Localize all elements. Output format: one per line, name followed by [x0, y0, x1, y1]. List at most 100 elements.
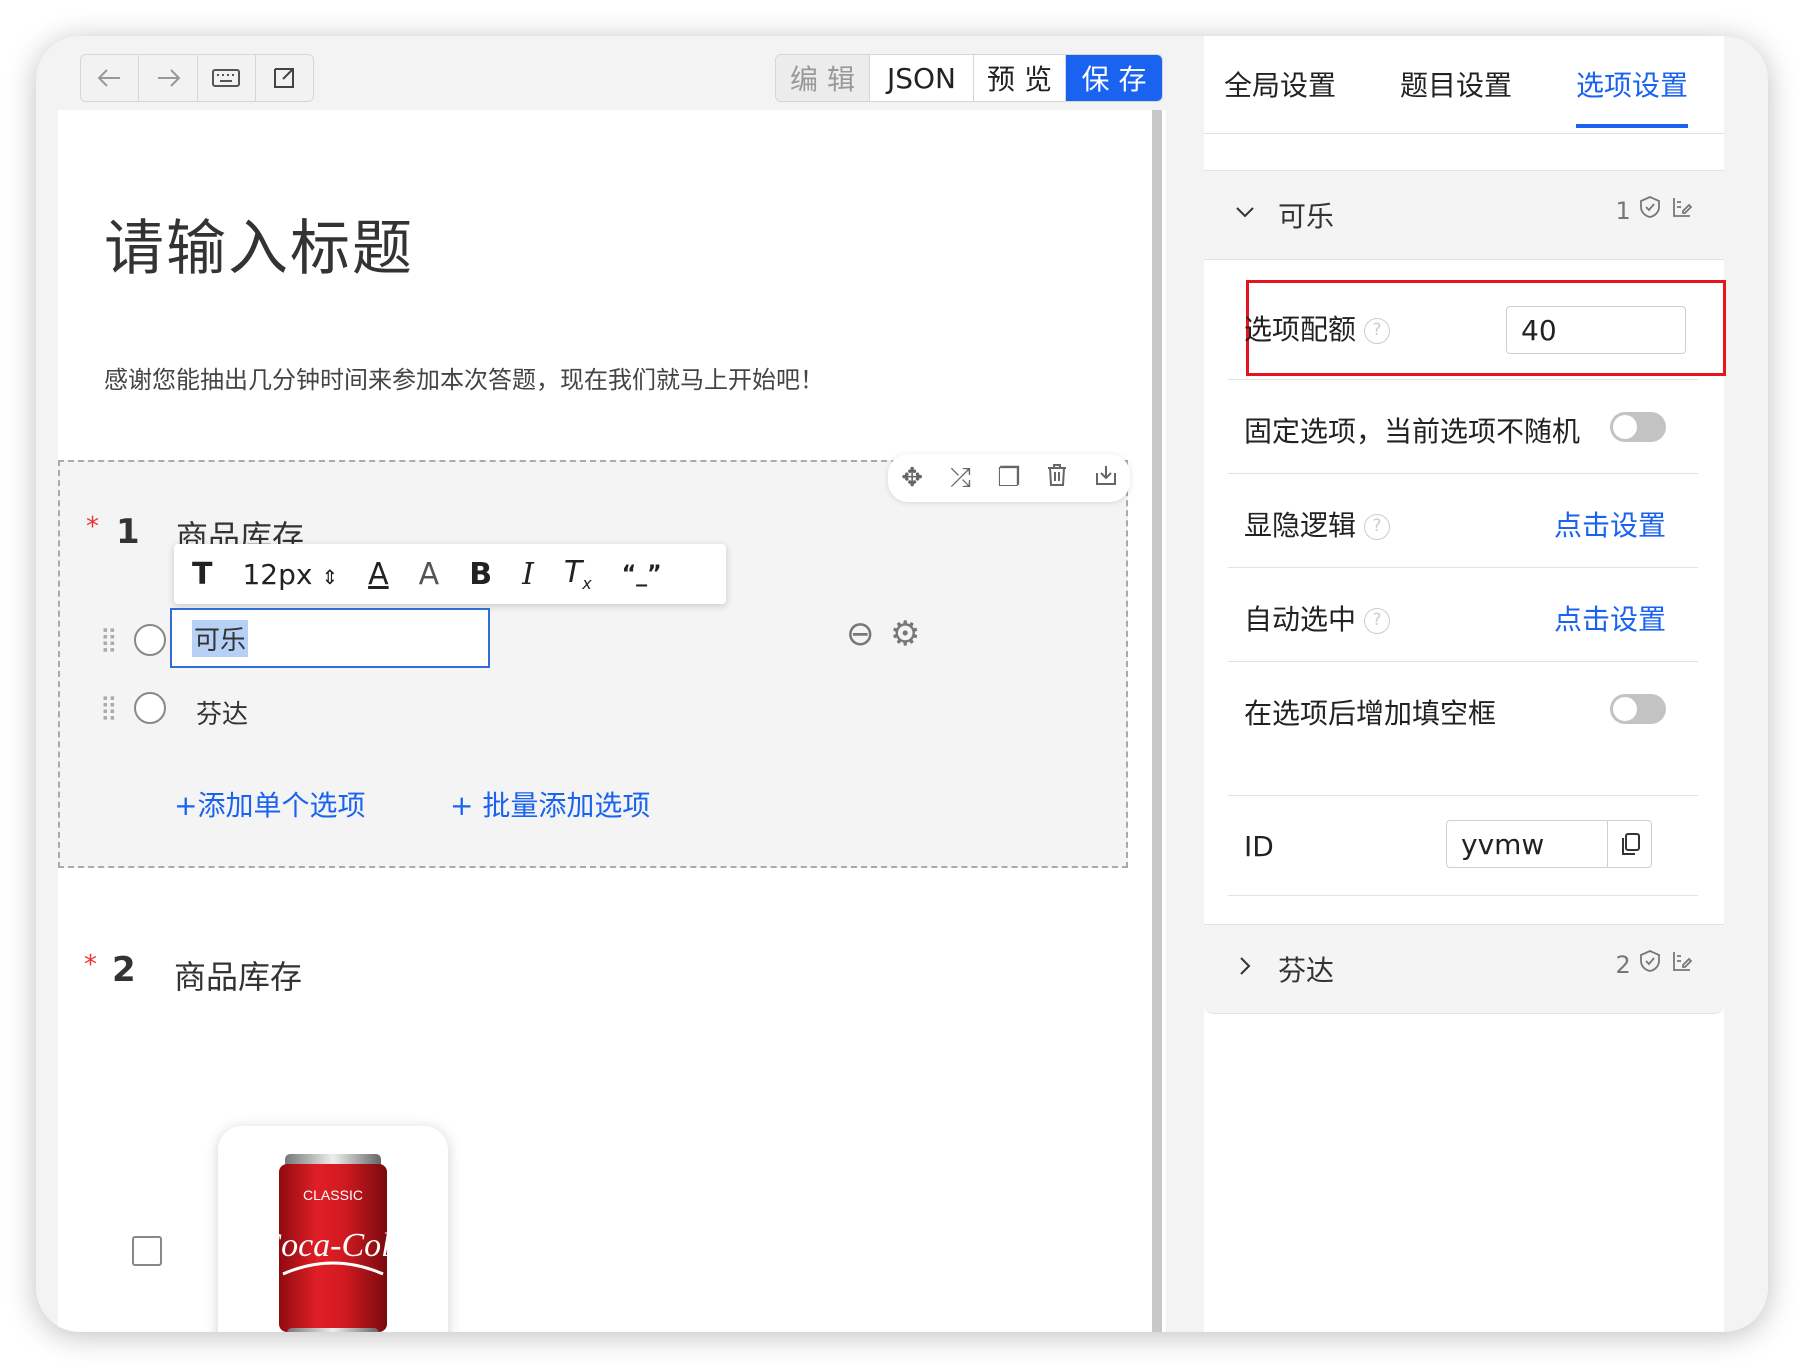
- question-title[interactable]: 商品库存: [176, 512, 304, 544]
- fixed-option-toggle[interactable]: [1610, 412, 1666, 442]
- id-row: ID yvmw: [1228, 796, 1698, 896]
- tab-option-settings[interactable]: 选项设置: [1576, 64, 1688, 104]
- option-settings-gear-icon[interactable]: ⚙: [890, 614, 920, 654]
- copy-icon[interactable]: ❐: [991, 463, 1027, 493]
- option-collapse-header[interactable]: 可乐 1: [1204, 170, 1724, 260]
- fill-blank-toggle[interactable]: [1610, 694, 1666, 724]
- canvas-scrollbar[interactable]: [1152, 110, 1162, 1332]
- option-1-input[interactable]: 可乐: [170, 608, 490, 668]
- blank-insert-icon[interactable]: “_”: [622, 562, 662, 587]
- redo-icon: [157, 69, 181, 87]
- can-logo-text: Coca-Cola: [273, 1227, 393, 1264]
- add-single-option-link[interactable]: +添加单个选项: [174, 784, 365, 824]
- rich-text-toolbar: T 12px ⇕ A A B I Tx “_”: [174, 544, 726, 604]
- visibility-row: 显隐逻辑? 点击设置: [1228, 474, 1698, 568]
- active-tab-indicator: [1576, 124, 1688, 128]
- coke-can-image: CLASSIC Coca-Cola: [273, 1154, 393, 1332]
- option-collapse-header[interactable]: 芬达 2: [1204, 924, 1724, 1014]
- move-icon[interactable]: ✥: [894, 463, 930, 493]
- option-radio: [134, 624, 166, 656]
- option-name: 可乐: [1278, 200, 1335, 233]
- edit-mode-button[interactable]: 编 辑: [776, 55, 870, 101]
- mode-switcher: 编 辑 JSON 预 览 保 存: [775, 54, 1163, 102]
- option-quota-count: 1: [1615, 197, 1631, 225]
- keyboard-button[interactable]: [198, 55, 256, 101]
- autoselect-label: 自动选中?: [1244, 598, 1391, 638]
- option-settings-body: 选项配额? 40 固定选项，当前选项不随机 显隐逻辑? 点击设置 自动选中? 点…: [1204, 260, 1726, 924]
- survey-title[interactable]: 请输入标题: [104, 200, 414, 287]
- highlight-color-icon[interactable]: A: [419, 557, 440, 592]
- drag-handle-icon[interactable]: ⣿: [100, 624, 118, 654]
- question-actions: ✥ ⤮ ❐: [888, 454, 1130, 502]
- tab-global-settings[interactable]: 全局设置: [1224, 64, 1336, 104]
- autoselect-settings-link[interactable]: 点击设置: [1554, 598, 1666, 638]
- batch-add-options-link[interactable]: + 批量添加选项: [450, 784, 650, 824]
- app-window: 编 辑 JSON 预 览 保 存 请输入标题 感谢您能抽出几分钟时间来参加本次答…: [36, 36, 1768, 1332]
- settings-tabs: 全局设置 题目设置 选项设置: [1204, 36, 1724, 134]
- editor-area: 编 辑 JSON 预 览 保 存 请输入标题 感谢您能抽出几分钟时间来参加本次答…: [58, 36, 1166, 1332]
- option-name: 芬达: [1278, 954, 1335, 987]
- font-size-select[interactable]: 12px ⇕: [242, 558, 338, 591]
- edit-list-icon: [1673, 198, 1693, 217]
- question-number: 2: [112, 950, 136, 990]
- option-2-label[interactable]: 芬达: [196, 694, 248, 731]
- edit-list-icon: [1673, 952, 1693, 971]
- undo-button[interactable]: [81, 55, 140, 101]
- option-image-card[interactable]: CLASSIC Coca-Cola: [218, 1126, 448, 1332]
- copy-icon[interactable]: [1607, 821, 1651, 867]
- tab-question-settings[interactable]: 题目设置: [1400, 64, 1512, 104]
- text-style-icon[interactable]: T: [192, 557, 212, 592]
- save-button[interactable]: 保 存: [1066, 55, 1162, 101]
- fill-blank-label: 在选项后增加填空框: [1244, 697, 1497, 730]
- help-icon[interactable]: ?: [1364, 608, 1391, 634]
- remove-option-icon[interactable]: ⊖: [846, 614, 875, 654]
- fixed-option-label: 固定选项，当前选项不随机: [1244, 415, 1581, 448]
- option-meta: 2: [1615, 949, 1694, 979]
- settings-panel: 全局设置 题目设置 选项设置 可乐 1 选项配额? 40 固定选项，当前选项不随…: [1204, 36, 1726, 1332]
- can-label-top: CLASSIC: [303, 1187, 363, 1203]
- font-color-icon[interactable]: A: [368, 557, 389, 592]
- redo-button[interactable]: [139, 55, 198, 101]
- export-icon: [274, 68, 295, 88]
- question-number: 1: [116, 512, 140, 552]
- question-1-card[interactable]: ✥ ⤮ ❐ * 1 商品库存 T 12px ⇕ A A B I Tx “_” ⣿…: [58, 454, 1130, 868]
- delete-icon[interactable]: [1039, 462, 1075, 495]
- italic-icon[interactable]: I: [522, 557, 534, 592]
- quota-label: 选项配额?: [1244, 308, 1391, 348]
- preview-mode-button[interactable]: 预 览: [974, 55, 1066, 101]
- quota-input[interactable]: 40: [1506, 306, 1686, 354]
- chevron-down-icon[interactable]: [1234, 197, 1256, 230]
- shuffle-icon[interactable]: ⤮: [943, 463, 979, 494]
- undo-icon: [97, 69, 120, 87]
- required-mark: *: [84, 950, 97, 980]
- option-checkbox[interactable]: [132, 1236, 162, 1266]
- json-mode-button[interactable]: JSON: [870, 55, 974, 101]
- option-meta: 1: [1615, 195, 1694, 225]
- id-field[interactable]: yvmw: [1446, 820, 1652, 868]
- option-radio: [134, 692, 166, 724]
- help-icon[interactable]: ?: [1364, 514, 1391, 540]
- fill-blank-row: 在选项后增加填空框: [1228, 662, 1698, 796]
- keyboard-icon: [212, 69, 241, 87]
- chevron-right-icon[interactable]: [1234, 951, 1256, 984]
- visibility-settings-link[interactable]: 点击设置: [1554, 504, 1666, 544]
- survey-canvas: 请输入标题 感谢您能抽出几分钟时间来参加本次答题，现在我们就马上开始吧！ ✥ ⤮…: [58, 110, 1166, 1332]
- export-button[interactable]: [256, 55, 313, 101]
- history-toolbar: [80, 54, 314, 102]
- clear-format-icon[interactable]: Tx: [564, 555, 592, 593]
- id-value: yvmw: [1461, 827, 1545, 861]
- autoselect-row: 自动选中? 点击设置: [1228, 568, 1698, 662]
- visibility-label: 显隐逻辑?: [1244, 504, 1391, 544]
- save-template-icon[interactable]: [1088, 463, 1124, 494]
- help-icon[interactable]: ?: [1364, 318, 1391, 344]
- required-mark: *: [86, 512, 99, 542]
- question-title[interactable]: 商品库存: [174, 952, 302, 998]
- fixed-option-row: 固定选项，当前选项不随机: [1228, 380, 1698, 474]
- quota-row: 选项配额? 40: [1228, 260, 1726, 380]
- id-label: ID: [1244, 830, 1274, 863]
- survey-description[interactable]: 感谢您能抽出几分钟时间来参加本次答题，现在我们就马上开始吧！: [104, 360, 824, 395]
- shield-icon: [1640, 950, 1661, 972]
- option-quota-count: 2: [1615, 951, 1631, 979]
- bold-icon[interactable]: B: [469, 557, 492, 592]
- drag-handle-icon[interactable]: ⣿: [100, 692, 118, 722]
